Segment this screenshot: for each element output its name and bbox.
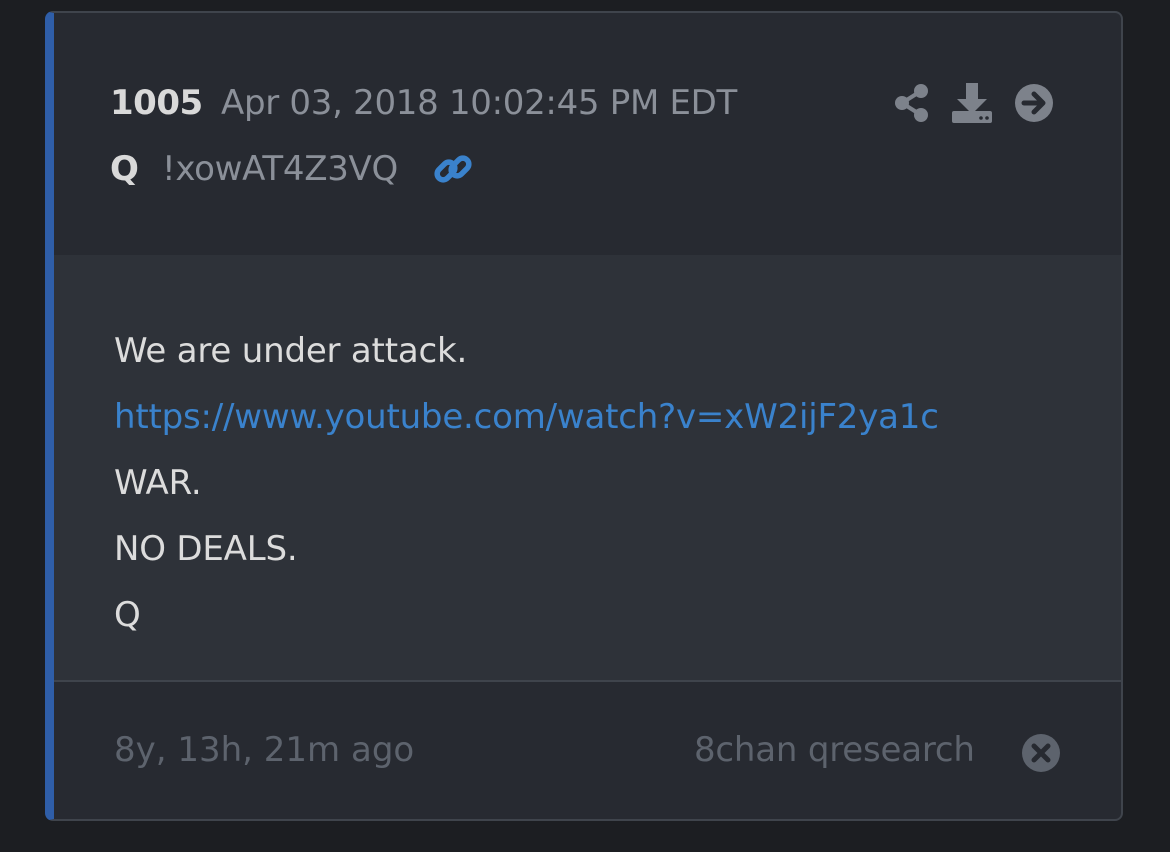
- time-ago: 8y, 13h, 21m ago: [114, 730, 415, 770]
- message-line: WAR.: [114, 463, 202, 503]
- post-header: 1005 Apr 03, 2018 10:02:45 PM EDT Q !xow…: [54, 13, 1121, 257]
- post-date: Apr 03, 2018 10:02:45 PM EDT: [221, 83, 738, 123]
- link-icon[interactable]: [432, 148, 474, 190]
- post-tripcode: !xowAT4Z3VQ: [162, 149, 398, 189]
- post-body: We are under attack. https://www.youtube…: [54, 255, 1121, 682]
- post-footer: 8y, 13h, 21m ago 8chan qresearch: [54, 682, 1121, 819]
- message-line: We are under attack.: [114, 331, 468, 371]
- download-icon[interactable]: [951, 81, 993, 125]
- post-number: 1005: [110, 83, 203, 123]
- post-card: 1005 Apr 03, 2018 10:02:45 PM EDT Q !xow…: [45, 11, 1123, 821]
- share-icon[interactable]: [894, 83, 930, 123]
- arrow-right-circle-icon[interactable]: [1014, 83, 1054, 123]
- close-circle-icon[interactable]: [1021, 733, 1061, 773]
- message-link[interactable]: https://www.youtube.com/watch?v=xW2ijF2y…: [114, 397, 939, 437]
- message-line: NO DEALS.: [114, 529, 298, 569]
- message-signature: Q: [114, 595, 141, 635]
- post-source: 8chan qresearch: [694, 730, 975, 770]
- post-author: Q: [110, 149, 139, 189]
